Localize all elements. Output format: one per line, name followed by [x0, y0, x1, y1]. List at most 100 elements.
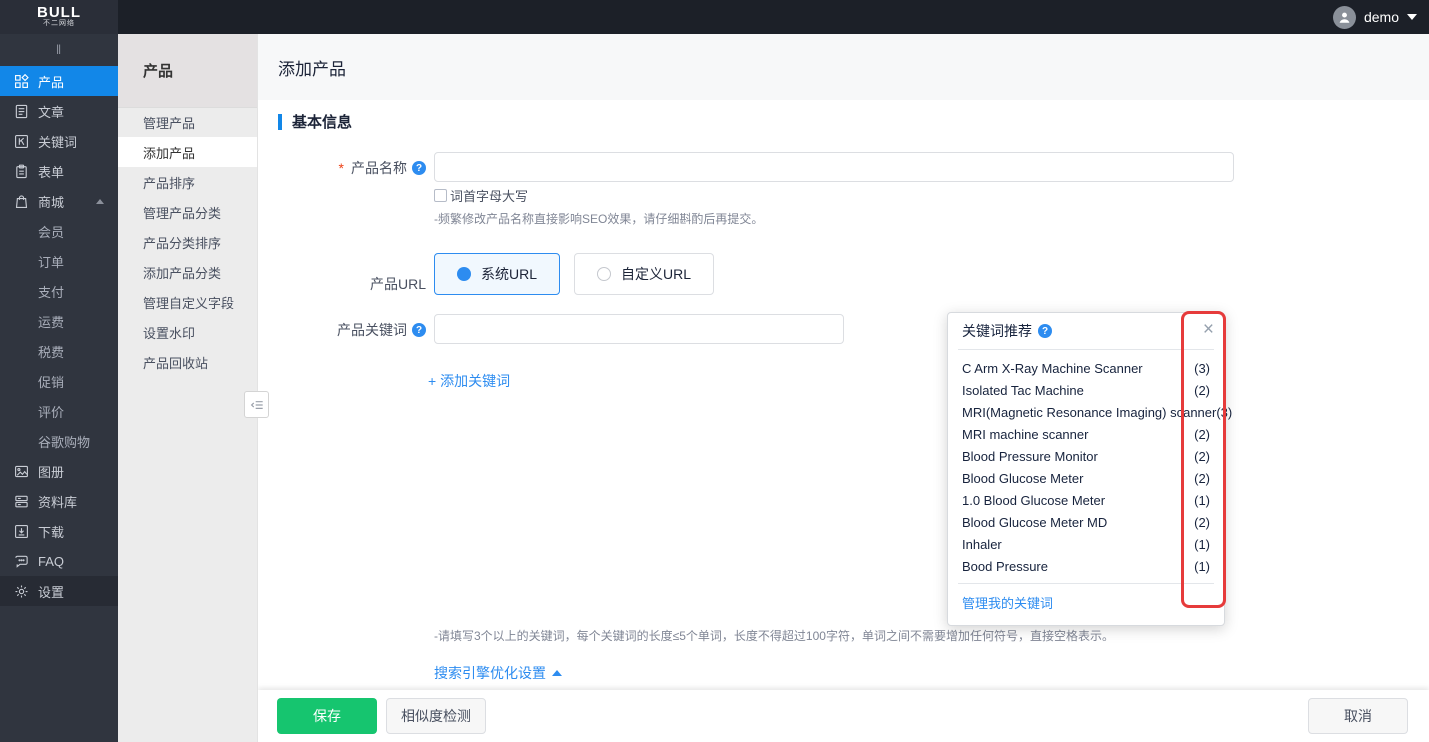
download-icon: [14, 524, 29, 539]
label-text: 产品名称: [351, 158, 407, 178]
sidebar-item-label: 资料库: [38, 492, 77, 511]
add-keyword-link[interactable]: + 添加关键词: [428, 371, 510, 391]
sidebar-item-shipping[interactable]: 运费: [0, 306, 118, 336]
submenu-collapse-button[interactable]: [244, 391, 269, 418]
keyword-suggestion-item[interactable]: Blood Pressure Monitor(2): [962, 445, 1210, 467]
sidebar-item-articles[interactable]: 文章: [0, 96, 118, 126]
sidebar-item-library[interactable]: 资料库: [0, 486, 118, 516]
product-keywords-label: 产品关键词: [258, 320, 426, 340]
sidebar-item-label: 会员: [38, 222, 64, 241]
keyword-count: (1): [1194, 559, 1210, 574]
sidebar-item-reviews[interactable]: 评价: [0, 396, 118, 426]
similarity-check-button[interactable]: 相似度检测: [386, 698, 486, 734]
save-button[interactable]: 保存: [277, 698, 377, 734]
cancel-button[interactable]: 取消: [1308, 698, 1408, 734]
system-url-option[interactable]: 系统URL: [434, 253, 560, 295]
help-icon[interactable]: [412, 161, 426, 175]
keyword-suggestion-item[interactable]: MRI(Magnetic Resonance Imaging) scanner(…: [962, 401, 1210, 423]
submenu-panel: 产品 管理产品 添加产品 产品排序 管理产品分类 产品分类排序 添加产品分类 管…: [118, 34, 258, 742]
section-accent-bar: [278, 114, 282, 130]
sidebar-item-label: 促销: [38, 372, 64, 391]
submenu-item-recycle-bin[interactable]: 产品回收站: [118, 347, 257, 377]
option-label: 系统URL: [481, 264, 537, 284]
keyword-suggestion-list: C Arm X-Ray Machine Scanner(3) Isolated …: [948, 350, 1224, 583]
chevron-up-icon: [96, 199, 104, 204]
option-label: 自定义URL: [621, 264, 691, 284]
sidebar-item-gallery[interactable]: 图册: [0, 456, 118, 486]
keyword-suggestion-item[interactable]: 1.0 Blood Glucose Meter(1): [962, 489, 1210, 511]
capitalize-checkbox[interactable]: [434, 189, 447, 202]
help-icon[interactable]: [412, 323, 426, 337]
submenu-item-add-category[interactable]: 添加产品分类: [118, 257, 257, 287]
user-menu[interactable]: demo: [1333, 0, 1417, 34]
section-title: 基本信息: [292, 111, 352, 132]
product-keywords-input[interactable]: [434, 314, 844, 344]
sidebar-item-label: 运费: [38, 312, 64, 331]
sidebar-item-tax[interactable]: 税费: [0, 336, 118, 366]
sidebar-item-promotion[interactable]: 促销: [0, 366, 118, 396]
sidebar-item-label: 支付: [38, 282, 64, 301]
submenu-item-add-product[interactable]: 添加产品: [118, 137, 257, 167]
user-name: demo: [1364, 9, 1399, 25]
submenu-item-category-sort[interactable]: 产品分类排序: [118, 227, 257, 257]
brand-logo[interactable]: BULL 不二网络: [0, 0, 118, 34]
help-icon[interactable]: [1038, 324, 1052, 338]
sidebar-item-products[interactable]: 产品: [0, 66, 118, 96]
popup-footer: 管理我的关键词: [948, 584, 1224, 625]
close-icon[interactable]: ×: [1203, 319, 1214, 341]
shopping-bag-icon: [14, 194, 29, 209]
product-name-label: * 产品名称: [258, 158, 426, 178]
sidebar-item-label: 文章: [38, 102, 64, 121]
keyword-suggestion-item[interactable]: Isolated Tac Machine(2): [962, 379, 1210, 401]
product-name-hint: -频繁修改产品名称直接影响SEO效果，请仔细斟酌后再提交。: [434, 210, 763, 227]
keyword-suggestion-item[interactable]: C Arm X-Ray Machine Scanner(3): [962, 357, 1210, 379]
submenu-item-manage-categories[interactable]: 管理产品分类: [118, 197, 257, 227]
keyword-count: (2): [1194, 449, 1210, 464]
sidebar-item-faq[interactable]: FAQ: [0, 546, 118, 576]
keyword-k-icon: [14, 134, 29, 149]
sidebar-item-keywords[interactable]: 关键词: [0, 126, 118, 156]
sidebar-item-label: 产品: [38, 72, 64, 91]
sidebar-item-members[interactable]: 会员: [0, 216, 118, 246]
sidebar-item-label: 税费: [38, 342, 64, 361]
main-panel: 添加产品 基本信息 * 产品名称 词首字母大写 -频繁修改产品名称直接影响SEO…: [258, 34, 1429, 742]
keyword-suggestion-item[interactable]: Bood Pressure(1): [962, 555, 1210, 577]
sidebar-item-forms[interactable]: 表单: [0, 156, 118, 186]
sidebar-item-orders[interactable]: 订单: [0, 246, 118, 276]
label-text: 产品URL: [370, 274, 426, 294]
sidebar-item-label: 图册: [38, 462, 64, 481]
keyword-suggestion-item[interactable]: MRI machine scanner(2): [962, 423, 1210, 445]
form-clipboard-icon: [14, 164, 29, 179]
submenu-item-manage-products[interactable]: 管理产品: [118, 107, 257, 137]
gallery-image-icon: [14, 464, 29, 479]
user-avatar-icon: [1333, 6, 1356, 29]
submenu-item-custom-fields[interactable]: 管理自定义字段: [118, 287, 257, 317]
main-header: 添加产品: [258, 34, 1429, 100]
sidebar-item-label: 订单: [38, 252, 64, 271]
keyword-suggestion-item[interactable]: Blood Glucose Meter MD(2): [962, 511, 1210, 533]
submenu-item-watermark[interactable]: 设置水印: [118, 317, 257, 347]
sidebar-item-mall[interactable]: 商城: [0, 186, 118, 216]
sidebar-item-google-shopping[interactable]: 谷歌购物: [0, 426, 118, 456]
sidebar-item-label: 关键词: [38, 132, 77, 151]
keyword-count: (2): [1194, 515, 1210, 530]
sidebar-collapse-handle[interactable]: ‖: [0, 34, 118, 64]
url-type-options: 系统URL 自定义URL: [434, 253, 714, 295]
keyword-count: (2): [1194, 383, 1210, 398]
capitalize-checkbox-row: 词首字母大写: [434, 186, 528, 205]
label-text: 产品关键词: [337, 320, 407, 340]
sidebar-item-payment[interactable]: 支付: [0, 276, 118, 306]
keyword-suggestion-item[interactable]: Blood Glucose Meter(2): [962, 467, 1210, 489]
submenu-item-product-sort[interactable]: 产品排序: [118, 167, 257, 197]
keyword-suggestion-item[interactable]: Inhaler(1): [962, 533, 1210, 555]
manage-keywords-link[interactable]: 管理我的关键词: [962, 596, 1053, 611]
sidebar-item-settings[interactable]: 设置: [0, 576, 118, 606]
keyword-recommendation-popup: 关键词推荐 × C Arm X-Ray Machine Scanner(3) I…: [947, 312, 1225, 626]
sidebar-item-downloads[interactable]: 下载: [0, 516, 118, 546]
required-asterisk: *: [339, 160, 344, 176]
product-name-input[interactable]: [434, 152, 1234, 182]
faq-bubble-icon: [14, 554, 29, 569]
seo-settings-toggle[interactable]: 搜索引擎优化设置: [434, 663, 562, 683]
custom-url-option[interactable]: 自定义URL: [574, 253, 714, 295]
radio-selected-icon: [457, 267, 471, 281]
